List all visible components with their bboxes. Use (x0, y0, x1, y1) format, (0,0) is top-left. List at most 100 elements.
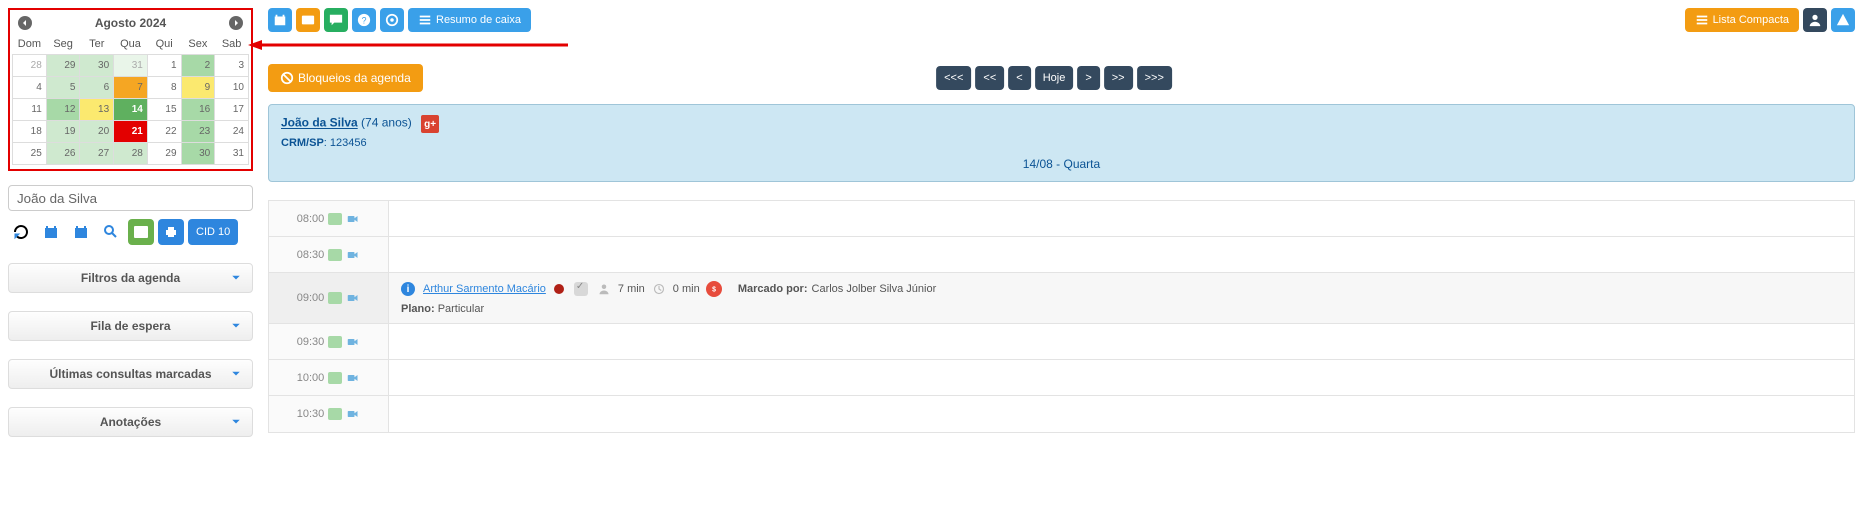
crm-label: CRM/SP (281, 137, 324, 149)
cal-day[interactable]: 5 (46, 77, 80, 99)
print-button[interactable] (158, 219, 184, 245)
alert-icon[interactable] (1831, 8, 1855, 32)
slot-body[interactable] (389, 201, 1854, 236)
cal-day[interactable]: 31 (215, 143, 249, 165)
cal-day[interactable]: 2 (181, 55, 215, 77)
export-excel-button[interactable] (128, 219, 154, 245)
slot-body[interactable] (389, 324, 1854, 359)
cal-day[interactable]: 12 (46, 99, 80, 121)
cal-day[interactable]: 15 (147, 99, 181, 121)
cal-day[interactable]: 23 (181, 121, 215, 143)
accordion[interactable]: Últimas consultas marcadas (8, 359, 253, 389)
accordion[interactable]: Filtros da agenda (8, 263, 253, 293)
calendar-icon-1[interactable] (38, 219, 64, 245)
slot-time: 08:00 (269, 201, 389, 236)
cal-next-button[interactable] (229, 16, 243, 30)
slot-body[interactable]: iArthur Sarmento Macário7 min0 min Marca… (389, 273, 1854, 323)
cal-weekday: Dom (13, 34, 47, 55)
schedule-row[interactable]: 08:00 (269, 201, 1854, 237)
patient-link[interactable]: Arthur Sarmento Macário (423, 283, 546, 295)
slot-time: 09:30 (269, 324, 389, 359)
cal-weekday: Seg (46, 34, 80, 55)
search-button[interactable] (98, 219, 124, 245)
cal-day[interactable]: 17 (215, 99, 249, 121)
slot-body[interactable] (389, 237, 1854, 272)
lista-compacta-button[interactable]: Lista Compacta (1685, 8, 1799, 32)
slot-body[interactable] (389, 360, 1854, 395)
cal-day[interactable]: 29 (147, 143, 181, 165)
accordion[interactable]: Anotações (8, 407, 253, 437)
check-icon[interactable] (574, 282, 588, 296)
cal-day[interactable]: 22 (147, 121, 181, 143)
tool-chat-icon[interactable] (324, 8, 348, 32)
schedule-grid: 08:0008:3009:00iArthur Sarmento Macário7… (268, 200, 1855, 433)
nav-prev[interactable]: < (1008, 66, 1030, 90)
slot-body[interactable] (389, 396, 1854, 432)
cal-day[interactable]: 4 (13, 77, 47, 99)
tool-target-icon[interactable] (380, 8, 404, 32)
video-icon (346, 249, 360, 261)
cal-weekday: Sab (215, 34, 249, 55)
cal-day[interactable]: 3 (215, 55, 249, 77)
nav-prev2[interactable]: << (975, 66, 1004, 90)
accordion[interactable]: Fila de espera (8, 311, 253, 341)
video-icon (346, 336, 360, 348)
cal-day[interactable]: 25 (13, 143, 47, 165)
cal-day[interactable]: 11 (13, 99, 47, 121)
nav-last[interactable]: >>> (1137, 66, 1172, 90)
cal-day[interactable]: 20 (80, 121, 114, 143)
tool-msg-icon[interactable] (296, 8, 320, 32)
folder-icon (328, 213, 342, 225)
tool-cal-icon[interactable] (268, 8, 292, 32)
nav-first[interactable]: <<< (936, 66, 971, 90)
cal-day[interactable]: 26 (46, 143, 80, 165)
schedule-row[interactable]: 08:30 (269, 237, 1854, 273)
cal-day[interactable]: 10 (215, 77, 249, 99)
cal-day[interactable]: 8 (147, 77, 181, 99)
info-icon[interactable]: i (401, 282, 415, 296)
gplus-icon[interactable]: g+ (421, 115, 439, 133)
nav-next[interactable]: > (1077, 66, 1099, 90)
cal-day[interactable]: 28 (13, 55, 47, 77)
refresh-button[interactable] (8, 219, 34, 245)
schedule-row[interactable]: 09:30 (269, 324, 1854, 360)
money-icon[interactable] (706, 281, 722, 297)
doctor-name-link[interactable]: João da Silva (281, 116, 358, 130)
cid10-button[interactable]: CID 10 (188, 219, 238, 245)
cal-day[interactable]: 24 (215, 121, 249, 143)
cal-day[interactable]: 30 (181, 143, 215, 165)
cal-day[interactable]: 27 (80, 143, 114, 165)
cal-day[interactable]: 7 (114, 77, 148, 99)
calendar-icon-2[interactable] (68, 219, 94, 245)
mini-calendar: Agosto 2024 DomSegTerQuaQuiSexSab 282930… (8, 8, 253, 171)
cal-day[interactable]: 1 (147, 55, 181, 77)
chevron-down-icon (230, 368, 242, 380)
video-icon (346, 408, 360, 420)
cal-day[interactable]: 13 (80, 99, 114, 121)
nav-today[interactable]: Hoje (1035, 66, 1074, 90)
professional-name-input[interactable] (8, 185, 253, 211)
folder-icon (328, 249, 342, 261)
cal-day[interactable]: 29 (46, 55, 80, 77)
tool-help-icon[interactable] (352, 8, 376, 32)
cal-day[interactable]: 31 (114, 55, 148, 77)
chevron-down-icon (230, 416, 242, 428)
schedule-row[interactable]: 10:00 (269, 360, 1854, 396)
cal-prev-button[interactable] (18, 16, 32, 30)
user-icon[interactable] (1803, 8, 1827, 32)
schedule-row[interactable]: 09:00iArthur Sarmento Macário7 min0 min … (269, 273, 1854, 324)
cal-day[interactable]: 18 (13, 121, 47, 143)
cal-day[interactable]: 19 (46, 121, 80, 143)
cal-day[interactable]: 28 (114, 143, 148, 165)
resumo-caixa-button[interactable]: Resumo de caixa (408, 8, 531, 32)
bloqueios-agenda-button[interactable]: Bloqueios da agenda (268, 64, 423, 92)
schedule-row[interactable]: 10:30 (269, 396, 1854, 432)
cal-day[interactable]: 21 (114, 121, 148, 143)
cal-day[interactable]: 30 (80, 55, 114, 77)
cal-day[interactable]: 16 (181, 99, 215, 121)
cal-day[interactable]: 14 (114, 99, 148, 121)
nav-next2[interactable]: >> (1104, 66, 1133, 90)
cal-day[interactable]: 6 (80, 77, 114, 99)
cal-day[interactable]: 9 (181, 77, 215, 99)
doctor-age: (74 anos) (361, 116, 412, 130)
